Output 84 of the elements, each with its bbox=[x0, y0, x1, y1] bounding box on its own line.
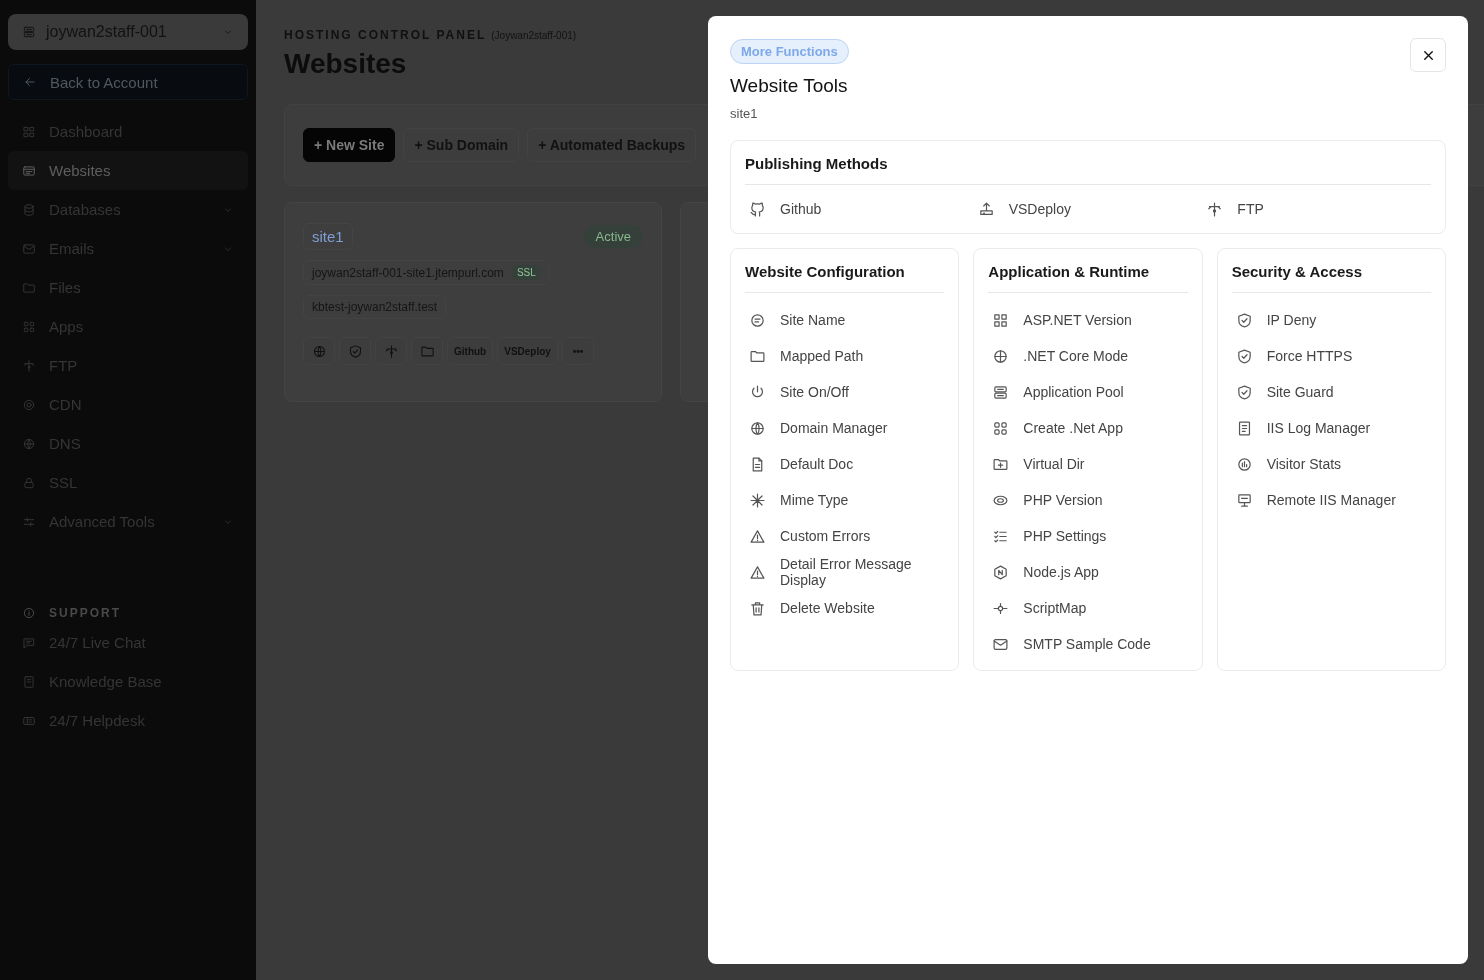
tool-link[interactable]: VSDeploy bbox=[973, 191, 1203, 227]
dialog-title: Website Tools bbox=[730, 75, 848, 97]
back-arrow-icon bbox=[23, 75, 37, 89]
grid-icon bbox=[992, 311, 1010, 329]
tool-link[interactable]: Application Pool bbox=[988, 374, 1188, 410]
tool-link[interactable]: FTP bbox=[1202, 191, 1431, 227]
tool-link[interactable]: Site On/Off bbox=[745, 374, 945, 410]
lock-icon bbox=[22, 475, 36, 490]
network-icon bbox=[22, 358, 36, 373]
globe-icon bbox=[22, 436, 36, 451]
network-icon bbox=[1206, 200, 1224, 218]
close-button[interactable] bbox=[1410, 38, 1446, 72]
tool-link[interactable]: Domain Manager bbox=[745, 410, 945, 446]
tool-link[interactable]: Site Name bbox=[745, 302, 945, 338]
server-icon bbox=[992, 383, 1010, 401]
apps-icon bbox=[22, 319, 36, 334]
tool-link[interactable]: Virtual Dir bbox=[988, 446, 1188, 482]
shield-check-icon bbox=[1235, 347, 1253, 365]
shield-check-icon bbox=[1235, 383, 1253, 401]
tool-link[interactable]: IP Deny bbox=[1231, 302, 1431, 338]
mail-icon bbox=[22, 241, 36, 256]
section-heading: Application & Runtime bbox=[988, 263, 1188, 293]
grid-icon bbox=[22, 124, 36, 139]
crosshair-icon bbox=[992, 347, 1010, 365]
tool-link[interactable]: ASP.NET Version bbox=[988, 302, 1188, 338]
globe-button[interactable] bbox=[303, 337, 335, 365]
sliders-icon bbox=[22, 514, 36, 529]
tool-link[interactable]: Mapped Path bbox=[745, 338, 945, 374]
tool-link[interactable]: Custom Errors bbox=[745, 518, 945, 554]
section-heading: Security & Access bbox=[1231, 263, 1431, 293]
site-link[interactable]: site1 bbox=[303, 223, 353, 250]
asterisk-icon bbox=[749, 491, 766, 509]
tool-link[interactable]: PHP Version bbox=[988, 482, 1188, 518]
text-circle-icon bbox=[749, 311, 766, 329]
tool-link[interactable]: Visitor Stats bbox=[1231, 446, 1431, 482]
upload-icon bbox=[977, 200, 995, 218]
database-icon bbox=[22, 202, 36, 217]
warning-icon bbox=[749, 563, 766, 581]
target-icon bbox=[22, 397, 36, 412]
info-icon bbox=[22, 606, 36, 620]
tool-link[interactable]: ScriptMap bbox=[988, 590, 1188, 626]
tool-link[interactable]: Delete Website bbox=[745, 590, 945, 626]
tool-link[interactable]: IIS Log Manager bbox=[1231, 410, 1431, 446]
section-heading: Website Configuration bbox=[745, 263, 945, 293]
chart-circle-icon bbox=[1235, 455, 1253, 473]
tool-link[interactable]: Default Doc bbox=[745, 446, 945, 482]
hexagon-icon bbox=[992, 563, 1010, 581]
apps-icon bbox=[992, 419, 1010, 437]
folder-button[interactable] bbox=[411, 337, 443, 365]
network-icon bbox=[383, 343, 399, 359]
warning-icon bbox=[749, 527, 766, 545]
tool-link[interactable]: PHP Settings bbox=[988, 518, 1188, 554]
status-badge: Active bbox=[583, 225, 643, 248]
tool-link[interactable]: Github bbox=[745, 191, 974, 227]
tool-link[interactable]: Node.js App bbox=[988, 554, 1188, 590]
badge: More Functions bbox=[730, 39, 849, 64]
tool-link[interactable]: Detail Error Message Display bbox=[745, 554, 945, 590]
github-icon bbox=[749, 200, 766, 218]
browser-icon bbox=[22, 163, 36, 178]
chat-icon bbox=[22, 635, 36, 650]
monitor-icon bbox=[1235, 491, 1253, 509]
tool-link[interactable]: SMTP Sample Code bbox=[988, 626, 1188, 662]
book-icon bbox=[22, 674, 36, 689]
ssl-badge: SSL bbox=[511, 265, 541, 280]
tool-link[interactable]: Create .Net App bbox=[988, 410, 1188, 446]
toolbar-button[interactable]: + New Site bbox=[303, 128, 396, 162]
shield-check-button[interactable] bbox=[339, 337, 371, 365]
globe-icon bbox=[311, 343, 327, 359]
network-button[interactable] bbox=[375, 337, 407, 365]
tool-link[interactable]: .NET Core Mode bbox=[988, 338, 1188, 374]
tool-link[interactable]: Mime Type bbox=[745, 482, 945, 518]
tool-link[interactable]: Remote IIS Manager bbox=[1231, 482, 1431, 518]
shield-check-icon bbox=[347, 343, 363, 359]
shield-check-icon bbox=[1235, 311, 1253, 329]
section-heading: Publishing Methods bbox=[745, 155, 1431, 185]
folder-icon bbox=[419, 343, 435, 359]
section-heading: SUPPORT bbox=[49, 606, 121, 620]
tool-link[interactable]: Force HTTPS bbox=[1231, 338, 1431, 374]
server-icon bbox=[22, 25, 36, 39]
dialog-subtitle: site1 bbox=[730, 106, 758, 121]
globe-icon bbox=[749, 419, 766, 437]
folder-icon bbox=[22, 280, 36, 295]
trash-icon bbox=[749, 599, 766, 617]
tool-link[interactable]: Site Guard bbox=[1231, 374, 1431, 410]
